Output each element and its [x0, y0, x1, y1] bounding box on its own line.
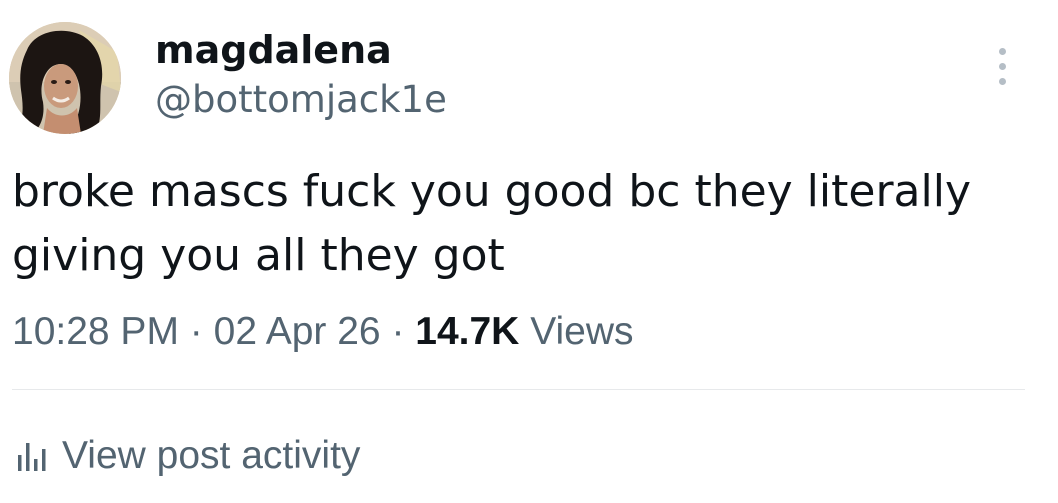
meta-separator: · [189, 310, 203, 353]
view-post-activity-label: View post activity [62, 434, 361, 477]
more-vertical-icon-dot [998, 62, 1006, 70]
tweet-text: broke mascs fuck you good bc they litera… [12, 166, 971, 281]
views-count: 14.7K [415, 310, 520, 353]
views-label: Views [530, 310, 634, 353]
more-options-button[interactable] [984, 44, 1020, 88]
display-name[interactable]: magdalena [155, 26, 392, 74]
profile-photo [9, 22, 121, 134]
tweet-time[interactable]: 10:28 PM [12, 310, 179, 353]
meta-separator: · [391, 310, 405, 353]
view-post-activity-button[interactable]: View post activity [16, 428, 360, 484]
more-vertical-icon-dot [998, 77, 1006, 85]
divider [12, 389, 1025, 390]
bar-chart-icon [18, 443, 46, 471]
more-vertical-icon [998, 47, 1006, 55]
tweet-date[interactable]: 02 Apr 26 [214, 310, 381, 353]
avatar[interactable] [9, 22, 121, 134]
user-handle[interactable]: @bottomjack1e [155, 76, 447, 124]
tweet-meta: 10:28 PM · 02 Apr 26 · 14.7K Views [12, 306, 634, 358]
